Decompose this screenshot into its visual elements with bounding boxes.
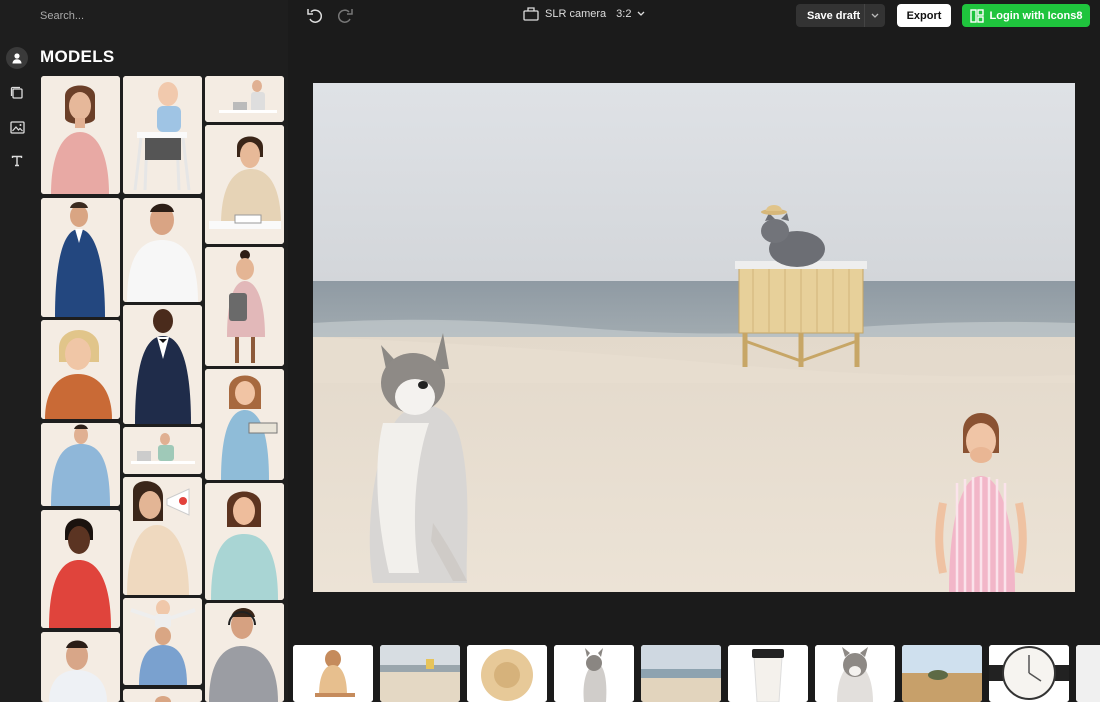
model-thumbnail[interactable]: [205, 76, 284, 122]
layers-tool-button[interactable]: [6, 82, 28, 104]
asset-thumbnail[interactable]: [380, 645, 460, 702]
backgrounds-tool-button[interactable]: [6, 116, 28, 138]
camera-selector[interactable]: SLR camera 3:2: [523, 6, 645, 21]
model-thumbnail[interactable]: [205, 483, 284, 600]
man-headset-photo: [205, 603, 284, 702]
man-white-shirt-photo: [41, 632, 120, 702]
login-label: Login with Icons8: [989, 9, 1083, 22]
save-options-dropdown[interactable]: [864, 4, 885, 27]
image-icon: [9, 120, 25, 134]
camera-icon: [523, 7, 539, 21]
model-thumbnail[interactable]: [123, 477, 202, 595]
husky-face-asset: [815, 645, 895, 702]
woman-writing-photo: [205, 125, 284, 244]
model-thumbnail[interactable]: [41, 198, 120, 317]
camera-label: SLR camera: [545, 7, 607, 20]
panel-title: MODELS: [40, 47, 115, 66]
asset-thumbnail[interactable]: [293, 645, 373, 702]
undo-button[interactable]: [306, 7, 324, 30]
aspect-ratio-label: 3:2: [616, 7, 632, 20]
model-thumbnail[interactable]: [123, 198, 202, 302]
model-thumbnail[interactable]: [123, 689, 202, 702]
beach-scene-image: [313, 83, 1075, 592]
model-thumbnail[interactable]: [123, 598, 202, 685]
chevron-down-icon: [637, 11, 645, 16]
login-button[interactable]: Login with Icons8: [962, 4, 1090, 27]
model-thumbnail[interactable]: [41, 632, 120, 702]
app: MODELS: [0, 0, 1100, 702]
asset-thumbnail[interactable]: [902, 645, 982, 702]
asset-thumbnail[interactable]: [641, 645, 721, 702]
asset-thumbnail[interactable]: [554, 645, 634, 702]
text-icon: [11, 155, 23, 167]
straw-hat-asset: [467, 645, 547, 702]
woman-laptop-photo: [205, 76, 284, 122]
icons8-logo-icon: [969, 8, 984, 23]
model-thumbnail[interactable]: [41, 320, 120, 419]
woman-at-desk-photo: [123, 427, 202, 474]
asset-thumbnail[interactable]: [815, 645, 895, 702]
model-thumbnail[interactable]: [123, 427, 202, 474]
model-thumbnail[interactable]: [205, 603, 284, 702]
chevron-down-icon: [871, 13, 879, 18]
save-draft-label: Save draft: [807, 9, 861, 22]
asset-thumbnail[interactable]: [728, 645, 808, 702]
woman-red-dress-photo: [41, 510, 120, 628]
sitting-child-asset: [293, 645, 373, 702]
father-child-photo: [123, 598, 202, 685]
model-thumbnail[interactable]: [205, 369, 284, 480]
asset-image: [1076, 645, 1100, 702]
text-tool-button[interactable]: [6, 150, 28, 172]
man-blue-suit-photo: [41, 198, 120, 317]
search-bar: [34, 6, 280, 26]
search-input[interactable]: [40, 6, 270, 26]
layers-icon: [10, 86, 23, 99]
coffee-cup-asset: [728, 645, 808, 702]
woman-pink-top-photo: [41, 76, 120, 194]
model-thumbnail[interactable]: [123, 76, 202, 194]
asset-strip: [288, 640, 1100, 702]
models-panel: MODELS: [34, 0, 288, 702]
seaside-background-asset: [641, 645, 721, 702]
user-icon: [12, 53, 22, 64]
model-thumbnail[interactable]: [205, 247, 284, 366]
asset-thumbnail[interactable]: [467, 645, 547, 702]
model-thumbnail[interactable]: [205, 125, 284, 244]
man-white-sweater-photo: [123, 198, 202, 302]
export-button[interactable]: Export: [897, 4, 951, 27]
woman-blue-blazer-photo: [41, 423, 120, 506]
model-photo: [123, 689, 202, 702]
asset-thumbnail[interactable]: [1076, 645, 1100, 702]
woman-orange-jacket-photo: [41, 320, 120, 419]
woman-phone-photo: [205, 483, 284, 600]
redo-button[interactable]: [336, 7, 354, 30]
save-draft-button[interactable]: Save draft: [796, 4, 885, 27]
models-tool-button[interactable]: [6, 47, 28, 69]
top-toolbar: SLR camera 3:2 Save draft Export Login w…: [288, 0, 1100, 32]
composition-canvas[interactable]: [313, 83, 1075, 592]
beach-background-asset: [380, 645, 460, 702]
man-tuxedo-photo: [123, 305, 202, 424]
baby-high-chair-photo: [123, 76, 202, 194]
wall-clock-asset: [989, 645, 1069, 702]
tool-rail: [0, 0, 34, 702]
husky-asset: [554, 645, 634, 702]
model-thumbnail[interactable]: [41, 423, 120, 506]
girl-tablet-photo: [205, 369, 284, 480]
desert-background-asset: [902, 645, 982, 702]
model-thumbnail[interactable]: [123, 305, 202, 424]
redo-icon: [337, 9, 353, 23]
model-thumbnail[interactable]: [41, 76, 120, 194]
woman-megaphone-photo: [123, 477, 202, 595]
asset-thumbnail[interactable]: [989, 645, 1069, 702]
model-thumbnail[interactable]: [41, 510, 120, 628]
undo-icon: [307, 9, 323, 23]
woman-surprised-photo: [205, 247, 284, 366]
